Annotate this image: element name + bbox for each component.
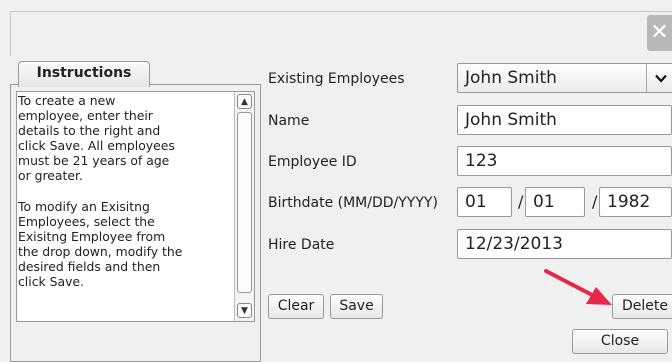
existing-employees-select[interactable]: John Smith	[457, 63, 672, 93]
existing-employees-label: Existing Employees	[268, 71, 405, 87]
chevron-down-icon[interactable]	[646, 64, 672, 92]
scroll-down-icon[interactable]: ▼	[237, 303, 252, 318]
instructions-textarea[interactable]: To create a new employee, enter their de…	[16, 91, 255, 322]
hire-date-label: Hire Date	[268, 237, 335, 253]
birth-day-field[interactable]: 01	[525, 187, 585, 217]
annotation-arrow-icon	[544, 269, 612, 305]
window-title-bar	[10, 11, 672, 56]
instructions-scrollbar[interactable]: ▲ ▼	[234, 92, 254, 321]
scroll-thumb[interactable]	[237, 112, 252, 293]
birthdate-label: Birthdate (MM/DD/YYYY)	[268, 195, 438, 211]
existing-employees-value: John Smith	[465, 68, 557, 88]
birth-month-field[interactable]: 01	[457, 187, 512, 217]
tab-instructions[interactable]: Instructions	[18, 61, 150, 87]
name-field[interactable]: John Smith	[457, 105, 672, 135]
delete-button[interactable]: Delete	[612, 294, 672, 319]
scroll-up-icon[interactable]: ▲	[237, 94, 252, 109]
employee-id-field[interactable]: 123	[457, 146, 672, 176]
date-separator: /	[518, 192, 524, 211]
close-button[interactable]: Close	[572, 329, 668, 354]
birth-year-field[interactable]: 1982	[599, 187, 672, 217]
date-separator: /	[592, 192, 598, 211]
instructions-text: To create a new employee, enter their de…	[18, 93, 183, 290]
save-button[interactable]: Save	[330, 294, 383, 319]
employee-id-label: Employee ID	[268, 154, 357, 170]
clear-button[interactable]: Clear	[268, 294, 324, 319]
close-window-icon[interactable]: ✕	[647, 15, 672, 51]
hire-date-field[interactable]: 12/23/2013	[457, 229, 672, 259]
name-label: Name	[268, 113, 310, 129]
